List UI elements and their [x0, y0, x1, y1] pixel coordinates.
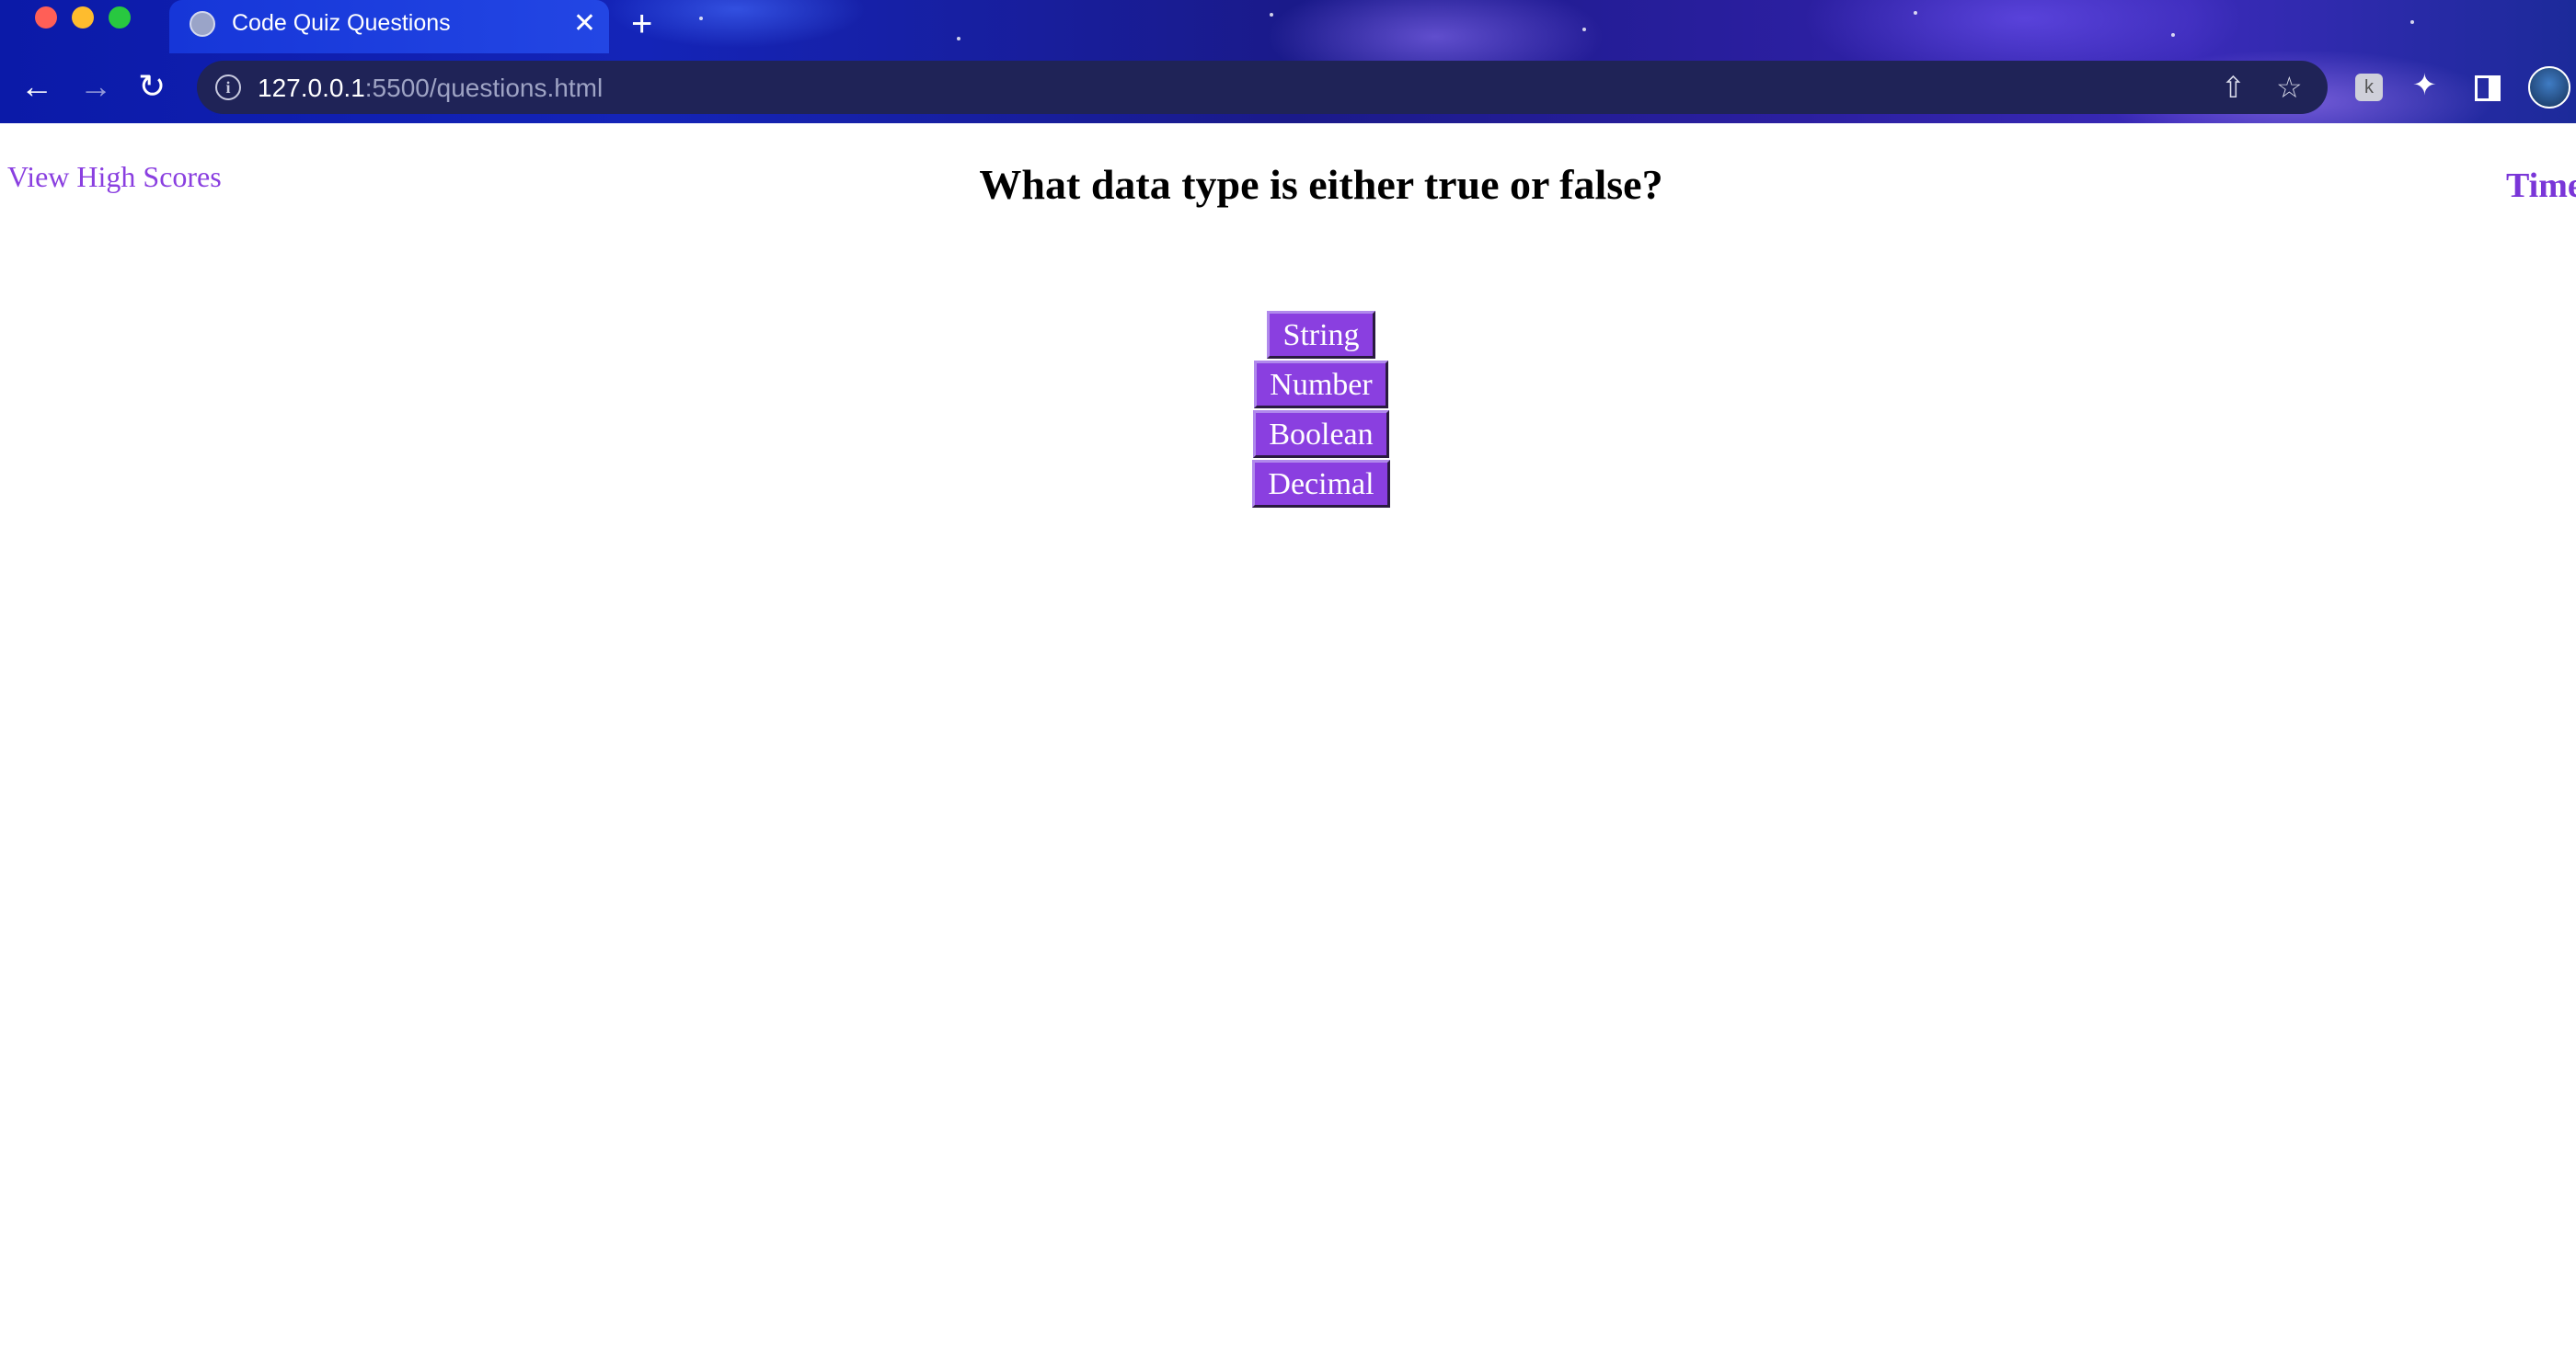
side-panel-icon[interactable]: [2475, 75, 2501, 101]
url-text[interactable]: 127.0.0.1:5500/questions.html: [258, 74, 603, 103]
active-tab[interactable]: Code Quiz Questions ✕: [169, 0, 609, 53]
decorative-star: [2410, 20, 2414, 24]
browser-toolbar: ← → ↻ i 127.0.0.1:5500/questions.html ⇧ …: [0, 57, 2576, 120]
decorative-star: [699, 17, 703, 20]
url-path: :5500/questions.html: [364, 74, 604, 102]
url-host: 127.0.0.1: [258, 74, 365, 102]
close-window-button[interactable]: [35, 6, 57, 29]
star-icon[interactable]: ☆: [2276, 70, 2303, 105]
answer-button-string[interactable]: String: [1267, 311, 1375, 359]
decorative-star: [1270, 13, 1273, 17]
minimize-window-button[interactable]: [72, 6, 94, 29]
close-icon[interactable]: ✕: [573, 6, 596, 42]
share-icon[interactable]: ⇧: [2221, 70, 2246, 105]
info-icon[interactable]: i: [215, 74, 241, 100]
decorative-star: [2171, 33, 2175, 37]
decorative-star: [1582, 28, 1586, 31]
quiz-page: View High Scores What data type is eithe…: [0, 123, 2576, 1363]
decorative-star: [1914, 11, 1917, 15]
new-tab-button[interactable]: +: [631, 2, 652, 46]
answer-button-decimal[interactable]: Decimal: [1252, 460, 1390, 508]
answer-button-boolean[interactable]: Boolean: [1253, 410, 1389, 458]
decorative-star: [957, 37, 960, 40]
timer-label: Time: [2506, 166, 2576, 205]
tab-title: Code Quiz Questions: [232, 10, 451, 36]
puzzle-icon[interactable]: ✦: [2412, 66, 2437, 103]
extension-k-icon[interactable]: k: [2355, 74, 2383, 101]
reload-icon[interactable]: ↻: [138, 66, 166, 107]
answer-button-number[interactable]: Number: [1254, 361, 1388, 408]
maximize-window-button[interactable]: [109, 6, 131, 29]
globe-icon: [190, 11, 215, 37]
avatar[interactable]: [2528, 66, 2570, 109]
browser-chrome: Code Quiz Questions ✕ + ← → ↻ i 127.0.0.…: [0, 0, 2576, 123]
answer-list: String Number Boolean Decimal: [0, 311, 2576, 508]
arrow-left-icon[interactable]: ←: [20, 66, 53, 107]
address-bar[interactable]: i 127.0.0.1:5500/questions.html ⇧ ☆: [197, 61, 2328, 114]
arrow-right-icon[interactable]: →: [79, 66, 112, 107]
question-heading: What data type is either true or false?: [979, 161, 1663, 208]
